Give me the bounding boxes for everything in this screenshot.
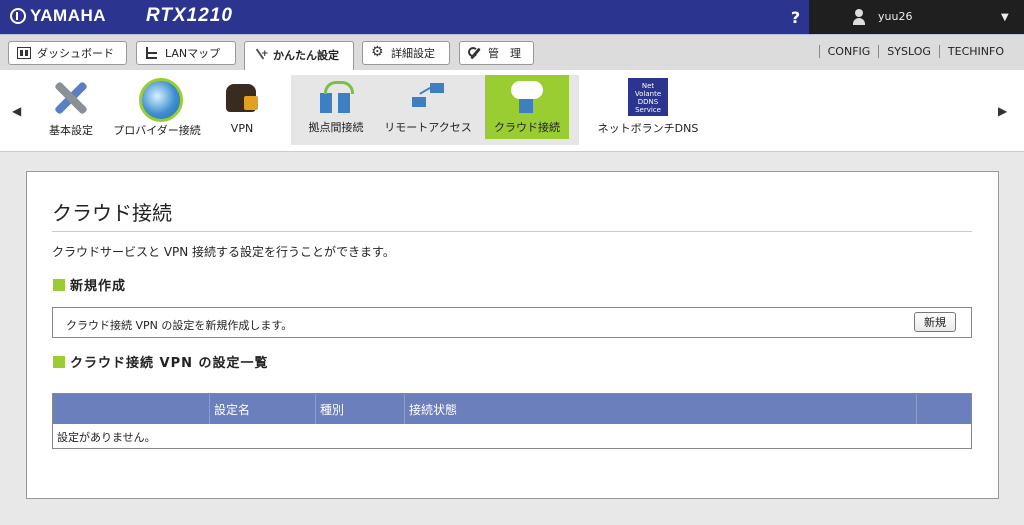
utility-links: CONFIG SYSLOG TECHINFO xyxy=(818,45,1012,58)
page-title: クラウド接続 xyxy=(52,201,172,225)
globe-icon xyxy=(135,78,183,122)
section-marker-icon xyxy=(53,355,65,368)
tab-management-label: 管 理 xyxy=(488,47,521,60)
column-header-actions xyxy=(917,394,971,424)
vpn-config-table: 設定名 種別 接続状態 設定がありません。 xyxy=(52,393,972,449)
remote-access-icon xyxy=(408,79,448,115)
nav-site-to-site-label: 拠点間接続 xyxy=(308,121,364,134)
cloud-icon xyxy=(507,79,547,115)
nav-cloud-connection[interactable]: クラウド接続 xyxy=(485,75,569,139)
new-config-box: クラウド接続 VPN の設定を新規作成します。 新規 xyxy=(52,307,972,338)
nav-remote-access[interactable]: リモートアクセス xyxy=(379,75,477,139)
table-header: 設定名 種別 接続状態 xyxy=(53,394,971,424)
tab-management[interactable]: 管 理 xyxy=(459,41,534,65)
nav-site-to-site[interactable]: 拠点間接続 xyxy=(303,75,369,139)
username: yuu26 xyxy=(878,10,913,23)
section-marker-icon xyxy=(53,278,65,291)
tab-advanced-label: 詳細設定 xyxy=(391,47,435,60)
tab-lan-map-label: LANマップ xyxy=(165,47,221,60)
nav-provider-connection[interactable]: プロバイダー接続 xyxy=(108,78,206,138)
brand-name: YAMAHA xyxy=(30,6,107,25)
content-panel: クラウド接続 クラウドサービスと VPN 接続する設定を行うことができます。 新… xyxy=(26,171,999,499)
column-header-name[interactable]: 設定名 xyxy=(210,394,316,424)
nav-provider-label: プロバイダー接続 xyxy=(113,124,201,137)
list-section-heading-text: クラウド接続 VPN の設定一覧 xyxy=(70,356,269,371)
user-icon xyxy=(853,9,865,25)
site-to-site-icon xyxy=(316,79,356,115)
help-button[interactable]: ? xyxy=(782,0,809,34)
nav-cloud-connection-label: クラウド接続 xyxy=(494,121,560,134)
list-section-heading: クラウド接続 VPN の設定一覧 xyxy=(53,352,269,371)
new-section-heading-text: 新規作成 xyxy=(70,279,127,294)
vpn-icon xyxy=(220,78,264,118)
techinfo-link[interactable]: TECHINFO xyxy=(938,45,1012,58)
nav-netvolante-dns[interactable]: Net Volante DDNS Service ネットボランチDNS xyxy=(596,78,700,136)
new-config-text: クラウド接続 VPN の設定を新規作成します。 xyxy=(66,319,293,332)
column-header-status[interactable]: 接続状態 xyxy=(405,394,917,424)
main-menubar: ダッシュボード LANマップ かんたん設定 詳細設定 管 理 CONFIG SY… xyxy=(0,34,1024,72)
wizard-icon xyxy=(253,47,269,59)
tab-lan-map[interactable]: LANマップ xyxy=(136,41,236,65)
gear-icon xyxy=(371,44,385,60)
tab-easy-setup-label: かんたん設定 xyxy=(273,49,339,62)
new-button[interactable]: 新規 xyxy=(914,312,956,332)
tab-easy-setup[interactable]: かんたん設定 xyxy=(244,41,354,72)
wrench-icon xyxy=(468,47,482,59)
yamaha-logo[interactable]: YAMAHA xyxy=(10,6,106,26)
tools-icon xyxy=(49,78,93,118)
ddns-badge-line2: DDNS xyxy=(637,98,659,106)
ddns-badge-line3: Service xyxy=(635,106,661,114)
column-header-select xyxy=(53,394,210,424)
nav-basic-settings[interactable]: 基本設定 xyxy=(42,78,100,138)
user-menu[interactable]: yuu26 ▼ xyxy=(809,0,1024,34)
vpn-submenu: 拠点間接続 リモートアクセス クラウド接続 xyxy=(291,75,579,145)
config-link[interactable]: CONFIG xyxy=(818,45,879,58)
tab-dashboard[interactable]: ダッシュボード xyxy=(8,41,127,65)
ddns-badge-line1: Net Volante xyxy=(634,82,662,98)
scroll-right-icon[interactable]: ▶ xyxy=(998,104,1007,118)
ddns-service-icon: Net Volante DDNS Service xyxy=(628,78,668,116)
nav-vpn-label: VPN xyxy=(230,122,254,135)
feature-icon-strip: ◀ 基本設定 プロバイダー接続 VPN 拠点間接続 リモートアクセス クラウド接… xyxy=(0,70,1024,152)
table-body: 設定がありません。 xyxy=(53,424,971,448)
title-divider xyxy=(52,231,972,232)
nav-vpn[interactable]: VPN xyxy=(218,78,266,135)
yamaha-logo-icon xyxy=(10,8,26,24)
model-name: RTX1210 xyxy=(146,5,233,26)
nav-basic-settings-label: 基本設定 xyxy=(49,124,93,137)
top-header: YAMAHA RTX1210 ? yuu26 ▼ xyxy=(0,0,1024,34)
nav-netvolante-dns-label: ネットボランチDNS xyxy=(597,122,699,135)
syslog-link[interactable]: SYSLOG xyxy=(878,45,939,58)
nav-remote-access-label: リモートアクセス xyxy=(384,121,472,134)
tab-advanced-settings[interactable]: 詳細設定 xyxy=(362,41,450,65)
new-section-heading: 新規作成 xyxy=(53,275,126,294)
empty-table-message: 設定がありません。 xyxy=(57,431,156,444)
page-description: クラウドサービスと VPN 接続する設定を行うことができます。 xyxy=(52,245,395,259)
lan-map-icon xyxy=(145,47,159,59)
dashboard-icon xyxy=(17,47,31,59)
column-header-type[interactable]: 種別 xyxy=(316,394,405,424)
chevron-down-icon[interactable]: ▼ xyxy=(1001,12,1009,23)
tab-dashboard-label: ダッシュボード xyxy=(37,47,114,60)
scroll-left-icon[interactable]: ◀ xyxy=(12,104,21,118)
